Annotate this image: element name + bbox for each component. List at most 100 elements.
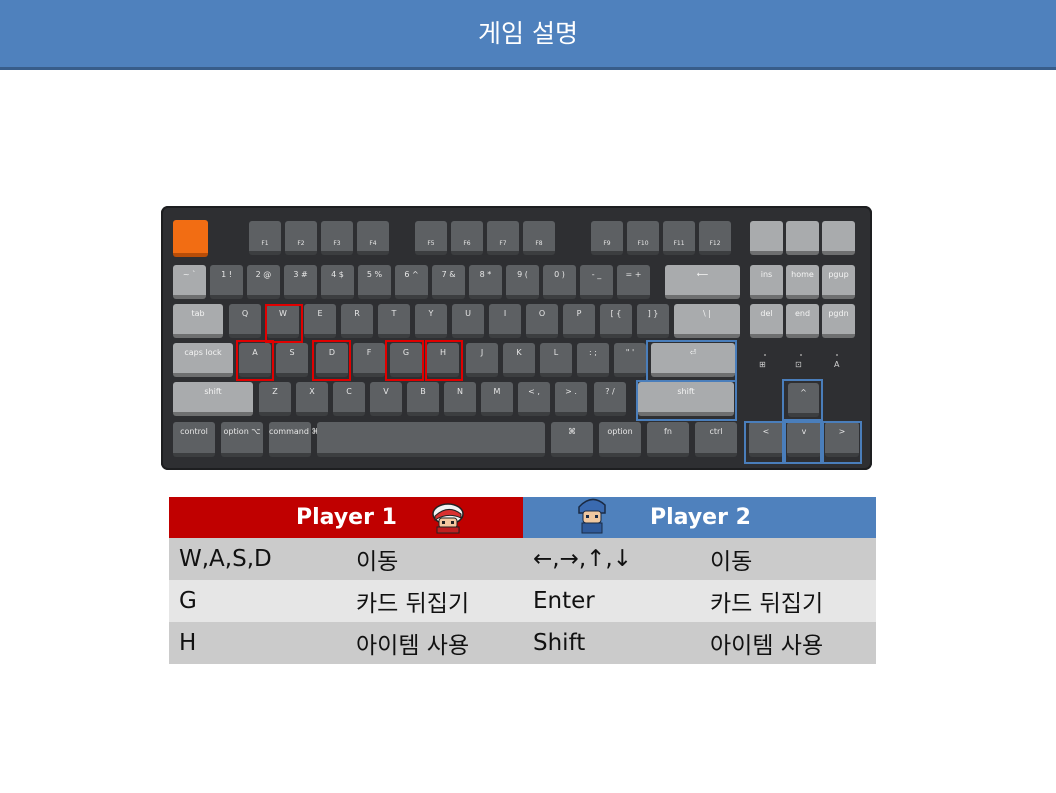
highlight-right-key	[822, 421, 862, 464]
key-f10: F10	[627, 221, 659, 255]
key-backspace-label: ⟵	[696, 270, 709, 279]
key-s: S	[276, 343, 308, 377]
key-control: control	[173, 422, 215, 457]
key-6-label: 6 ^	[404, 270, 419, 279]
key-p: P	[563, 304, 595, 338]
key-f3: F3	[321, 221, 353, 255]
p2-action-cell: 카드 뒤집기	[700, 580, 876, 622]
key-end-label: end	[794, 309, 811, 318]
key-3-label: 3 #	[293, 270, 308, 279]
key-f3-label: F3	[333, 240, 341, 247]
highlight-a-key	[236, 340, 274, 381]
key-b: B	[407, 382, 439, 416]
key-space	[317, 422, 545, 457]
key-k: K	[503, 343, 535, 377]
key-f9: F9	[591, 221, 623, 255]
key-minus: - _	[580, 265, 613, 299]
highlight-w-key	[265, 304, 303, 343]
indicator-icon-1: ⊞	[759, 360, 766, 369]
key-e-label: E	[317, 309, 323, 318]
key-fn-label: fn	[664, 427, 672, 436]
escape-key	[173, 220, 208, 257]
p2-key-cell: ←,→,↑,↓	[523, 538, 700, 580]
indicator-led-1	[764, 354, 766, 356]
key-x-label: X	[309, 387, 315, 396]
key-1: 1 !	[210, 265, 243, 299]
key-c-label: C	[346, 387, 352, 396]
key-tilde-label: ~ `	[182, 270, 197, 279]
key-period-label: > .	[565, 387, 577, 396]
key-c: C	[333, 382, 365, 416]
key-ctrl-right-label: ctrl	[709, 427, 723, 436]
key-z: Z	[259, 382, 291, 416]
highlight-enter-key	[646, 340, 737, 382]
key-capslock: caps lock	[173, 343, 233, 377]
key-2: 2 @	[247, 265, 280, 299]
key-del: del	[750, 304, 783, 338]
key-m: M	[481, 382, 513, 416]
key-k-label: K	[516, 348, 522, 357]
key-capslock-label: caps lock	[184, 348, 222, 357]
key-f5: F5	[415, 221, 447, 255]
key-f5-label: F5	[427, 240, 435, 247]
key-l-label: L	[553, 348, 559, 357]
highlight-h-key	[425, 340, 463, 381]
key-f11: F11	[663, 221, 695, 255]
key-bracket-right: ] }	[637, 304, 669, 338]
key-l: L	[540, 343, 572, 377]
key-f9-label: F9	[603, 240, 611, 247]
player2-header: Player 2	[523, 497, 876, 538]
key-equals: = +	[617, 265, 650, 299]
key-equals-label: = +	[625, 270, 642, 279]
indicator-icon-2: ⊡	[795, 360, 802, 369]
key-tab: tab	[173, 304, 223, 338]
p1-key-cell: G	[169, 580, 346, 622]
key-backslash-label: \ |	[703, 309, 711, 318]
key-9-label: 9 (	[517, 270, 528, 279]
key-u: U	[452, 304, 484, 338]
key-f: F	[353, 343, 385, 377]
key-n-label: N	[457, 387, 463, 396]
key-shift-left: shift	[173, 382, 253, 416]
key-ins-label: ins	[760, 270, 773, 279]
highlight-d-key	[312, 340, 351, 381]
key-home: home	[786, 265, 819, 299]
key-n: N	[444, 382, 476, 416]
p2-key-cell: Shift	[523, 622, 700, 664]
key-option-left: option ⌥	[221, 422, 263, 457]
key-bracket-left: [ {	[600, 304, 632, 338]
key-x: X	[296, 382, 328, 416]
key-j: J	[466, 343, 498, 377]
key-screenshot	[750, 221, 783, 255]
key-v: V	[370, 382, 402, 416]
key-0-label: 0 )	[554, 270, 565, 279]
key-minus-label: - _	[591, 270, 602, 279]
p1-key-cell: W,A,S,D	[169, 538, 346, 580]
key-option-right: option	[599, 422, 641, 457]
key-o-label: O	[538, 309, 546, 318]
key-home-label: home	[791, 270, 814, 279]
key-7: 7 &	[432, 265, 465, 299]
key-slash-label: ? /	[605, 387, 615, 396]
key-v-label: V	[383, 387, 389, 396]
key-r: R	[341, 304, 373, 338]
key-del-label: del	[760, 309, 773, 318]
key-7-label: 7 &	[441, 270, 456, 279]
key-q: Q	[229, 304, 261, 338]
key-semicolon-label: : ;	[589, 348, 597, 357]
key-command-right-label: ⌘	[568, 427, 576, 436]
indicator-led-2	[800, 354, 802, 356]
highlight-g-key	[385, 340, 424, 381]
key-slash: ? /	[594, 382, 626, 416]
controls-table: Player 1 Player 2 W,A,S,D 이동 ←,→,↑,↓ 이동 …	[169, 497, 876, 664]
p2-action-cell: 아이템 사용	[700, 622, 876, 664]
key-r-label: R	[354, 309, 360, 318]
key-backslash: \ |	[674, 304, 740, 338]
key-pgup-label: pgup	[828, 270, 849, 279]
key-p-label: P	[576, 309, 582, 318]
key-j-label: J	[480, 348, 484, 357]
key-9: 9 (	[506, 265, 539, 299]
key-f12: F12	[699, 221, 731, 255]
key-m-label: M	[493, 387, 501, 396]
key-f8-label: F8	[535, 240, 543, 247]
